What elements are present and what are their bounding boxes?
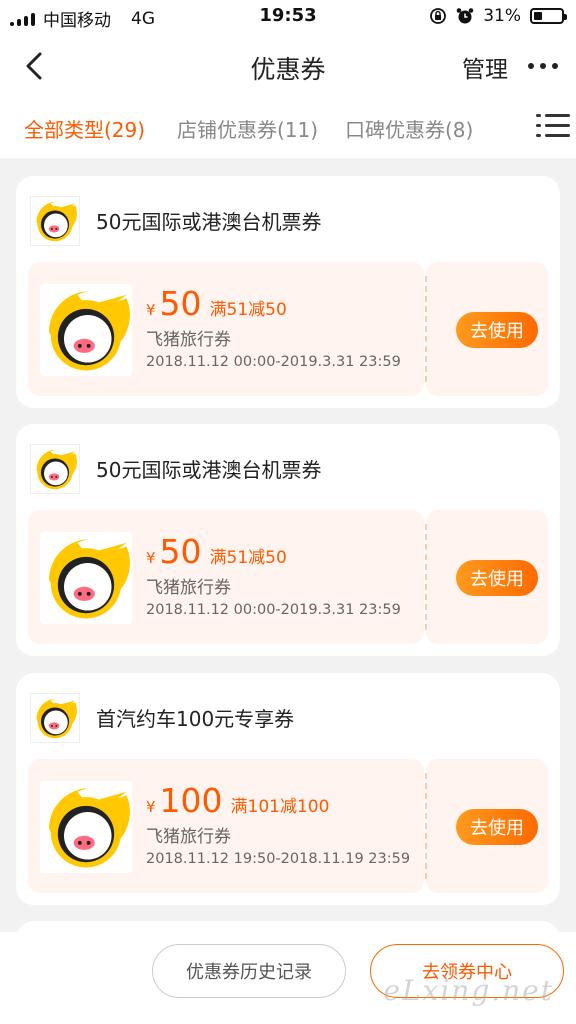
currency-symbol: ¥ — [146, 549, 156, 567]
tab-all-types[interactable]: 全部类型(29) — [24, 114, 145, 143]
coupon-value: 50 — [159, 532, 202, 571]
coupon-ticket: ¥100 满101减100 飞猪旅行券 2018.11.12 19:50-2018.1… — [28, 759, 548, 893]
fliggy-logo-icon — [40, 284, 132, 376]
coupon-condition: 满51减50 — [209, 548, 287, 568]
coupon-issuer: 飞猪旅行券 — [146, 578, 231, 598]
coupon-name: 50元国际或港澳台机票券 — [96, 210, 322, 234]
bottom-bar: 优惠券历史记录 去领券中心 eLxing.net — [0, 932, 576, 1024]
list-filter-icon[interactable] — [536, 110, 570, 140]
coupon-condition: 满101减100 — [230, 797, 330, 817]
use-coupon-button[interactable]: 去使用 — [456, 809, 538, 845]
coupon-amount: ¥50 满51减50 — [146, 532, 287, 571]
manage-button[interactable]: 管理 — [462, 50, 508, 84]
coupon-ticket: ¥50 满51减50 飞猪旅行券 2018.11.12 00:00-2019.3.31… — [28, 510, 548, 644]
coupon-name: 50元国际或港澳台机票券 — [96, 458, 322, 482]
fliggy-logo-icon — [30, 693, 80, 743]
coupon-issuer: 飞猪旅行券 — [146, 827, 231, 847]
currency-symbol: ¥ — [146, 301, 156, 319]
coupon-card[interactable]: 50元国际或港澳台机票券 ¥50 满51减50 飞猪旅行券 2018.11.12 00:… — [16, 176, 560, 408]
status-bar: 中国移动 4G 19:53 31% — [0, 0, 576, 34]
coupon-validity: 2018.11.12 19:50-2018.11.19 23:59 — [146, 851, 411, 867]
navigation-bar: 优惠券 管理 — [0, 34, 576, 98]
fliggy-logo-icon — [40, 781, 132, 873]
coupon-amount: ¥100 满101减100 — [146, 781, 329, 820]
currency-symbol: ¥ — [146, 798, 156, 816]
coupon-issuer: 飞猪旅行券 — [146, 330, 231, 350]
coupon-card[interactable]: 首汽约车100元专享券 ¥100 满101减100 飞猪旅行券 2018.11.12 1… — [16, 673, 560, 905]
use-coupon-button[interactable]: 去使用 — [456, 560, 538, 596]
alarm-icon — [456, 8, 474, 24]
coupon-type-tabs: 全部类型(29) 店铺优惠券(11) 口碑优惠券(8) — [0, 98, 576, 158]
coupon-amount: ¥50 满51减50 — [146, 284, 287, 323]
chevron-left-icon[interactable] — [18, 48, 54, 84]
coupon-condition: 满51减50 — [209, 300, 287, 320]
coupon-name: 首汽约车100元专享券 — [96, 707, 295, 731]
coupon-validity: 2018.11.12 00:00-2019.3.31 23:59 — [146, 354, 401, 370]
coupon-ticket: ¥50 满51减50 飞猪旅行券 2018.11.12 00:00-2019.3.31… — [28, 262, 548, 396]
coupon-validity: 2018.11.12 00:00-2019.3.31 23:59 — [146, 602, 401, 618]
coupon-card[interactable]: 50元国际或港澳台机票券 ¥50 满51减50 飞猪旅行券 2018.11.12 00:… — [16, 424, 560, 656]
more-dots-icon[interactable] — [528, 54, 558, 78]
battery-icon — [530, 8, 567, 24]
battery-percent: 31% — [483, 6, 521, 26]
rotation-lock-icon — [430, 8, 447, 24]
tab-koubei-coupons[interactable]: 口碑优惠券(8) — [345, 114, 473, 143]
fliggy-logo-icon — [30, 196, 80, 246]
coupon-value: 100 — [159, 781, 223, 820]
fliggy-logo-icon — [40, 532, 132, 624]
fliggy-logo-icon — [30, 444, 80, 494]
watermark: eLxing.net — [383, 974, 554, 1007]
coupon-value: 50 — [159, 284, 202, 323]
use-coupon-button[interactable]: 去使用 — [456, 312, 538, 348]
tab-store-coupons[interactable]: 店铺优惠券(11) — [177, 114, 318, 143]
coupon-history-button[interactable]: 优惠券历史记录 — [152, 944, 346, 998]
